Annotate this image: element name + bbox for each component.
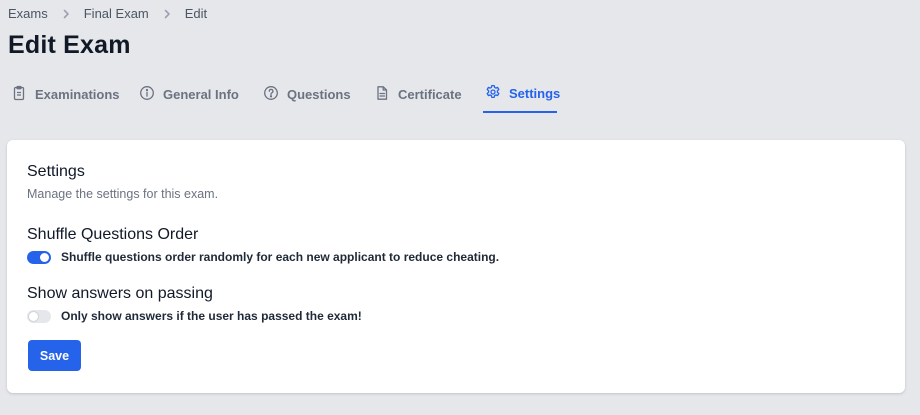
chevron-right-icon	[149, 8, 185, 20]
shuffle-toggle[interactable]	[27, 250, 51, 264]
tab-settings[interactable]: Settings	[483, 76, 561, 113]
tab-general-info-label: General Info	[163, 87, 239, 102]
toggle-knob	[40, 252, 49, 262]
breadcrumb-exams[interactable]: Exams	[8, 6, 48, 21]
shuffle-setting-description: Shuffle questions order randomly for eac…	[61, 250, 500, 264]
breadcrumb-edit: Edit	[184, 6, 208, 21]
tab-questions-label: Questions	[287, 87, 351, 102]
toggle-knob	[29, 311, 38, 321]
settings-card: Settings Manage the settings for this ex…	[7, 140, 905, 393]
tab-bar: Examinations General Info Questions Cert…	[0, 76, 920, 114]
save-button[interactable]: Save	[28, 340, 81, 371]
show-answers-toggle[interactable]	[27, 309, 51, 323]
tab-general-info[interactable]: General Info	[137, 76, 241, 113]
tab-examinations[interactable]: Examinations	[9, 76, 122, 113]
gear-icon	[485, 84, 501, 103]
shuffle-setting-row: Shuffle questions order randomly for eac…	[27, 250, 499, 264]
tab-certificate[interactable]: Certificate	[372, 76, 464, 113]
tab-examinations-label: Examinations	[35, 87, 120, 102]
document-icon	[374, 85, 390, 104]
show-answers-setting-row: Only show answers if the user has passed…	[27, 309, 362, 323]
breadcrumb: Exams Final Exam Edit	[8, 6, 207, 21]
info-icon	[139, 85, 155, 104]
chevron-right-icon	[48, 8, 84, 20]
tab-settings-label: Settings	[509, 86, 561, 101]
shuffle-setting-title: Shuffle Questions Order	[27, 226, 199, 243]
show-answers-setting-description: Only show answers if the user has passed…	[61, 309, 362, 323]
settings-card-title: Settings	[27, 163, 85, 180]
tab-certificate-label: Certificate	[398, 87, 462, 102]
breadcrumb-final-exam[interactable]: Final Exam	[84, 6, 149, 21]
page-title: Edit Exam	[8, 31, 131, 59]
question-icon	[263, 85, 279, 104]
clipboard-icon	[11, 85, 27, 104]
settings-card-description: Manage the settings for this exam.	[27, 187, 219, 201]
show-answers-setting-title: Show answers on passing	[27, 285, 213, 302]
tab-questions[interactable]: Questions	[261, 76, 353, 113]
